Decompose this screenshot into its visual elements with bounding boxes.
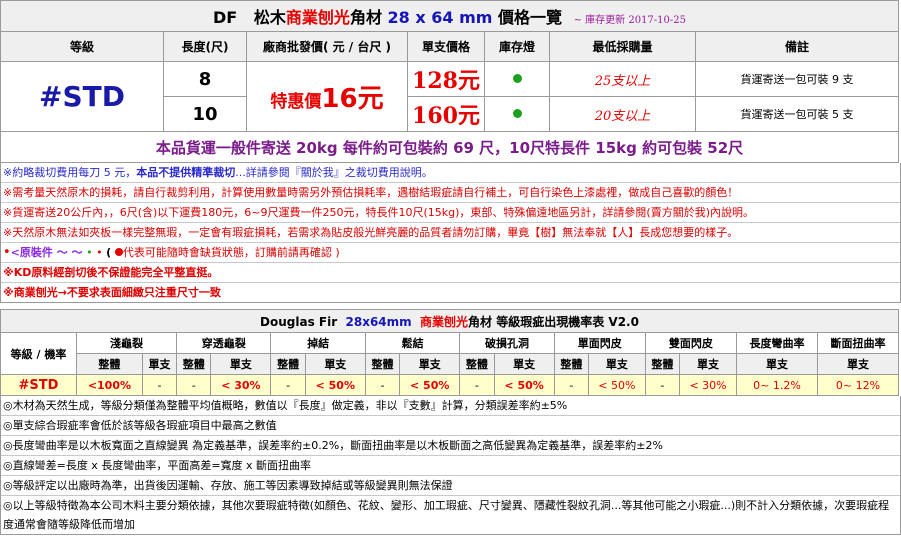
col-length: 長度(尺) — [163, 31, 247, 62]
sub-single: 單支 — [587, 353, 646, 375]
group-2: 掉結 — [270, 332, 366, 354]
special-price: 特惠價16元 — [246, 61, 408, 132]
sub-whole: 整體 — [176, 353, 212, 375]
group-8: 斷面扭曲率 — [817, 332, 899, 354]
spec-note: ◎以上等級特徵為本公司木料主要分類依據，其他次要瑕疵特徵(如顏色、花紋、變形、加… — [3, 499, 890, 531]
defect-grade: #STD — [0, 374, 77, 396]
group-3: 鬆結 — [364, 332, 461, 354]
title-size: 28 x 64 mm — [387, 8, 493, 27]
col-note: 備註 — [695, 31, 899, 62]
title-d: 價格一覽 — [498, 8, 563, 27]
shipping-info: 本品貨運一般件寄送 20kg 每件約可包裝約 69 尺，10尺特長件 15kg … — [0, 131, 899, 163]
note-original: •<原裝件 ～ ～ • • ( 代表可能隨時會缺貨狀態，訂購前請再確認 ) — [1, 243, 900, 263]
spec-note: ◎木材為天然生成，等級分類僅為整體平均值概略，數值以『長度』做定義，非以『支數』… — [1, 396, 900, 416]
defect-cell: - — [553, 374, 589, 396]
sub-single: 單支 — [679, 353, 737, 375]
spec-note: ◎等級評定以出廠時為準，出貨後因運輸、存放、施工等因素導致掉結或等級變異則無法保… — [1, 476, 900, 496]
special-prefix: 特惠價 — [270, 92, 322, 112]
defect-cell: < 50% — [399, 374, 461, 396]
col-grade: 等級 — [0, 31, 164, 62]
sub-single: 單支 — [399, 353, 461, 375]
grade-cell: #STD — [0, 61, 164, 132]
special-num: 16 — [321, 84, 358, 114]
title-a: 松木 — [253, 8, 286, 27]
stock-light-icon — [512, 109, 522, 118]
sub-single: 單支 — [817, 353, 899, 375]
group-7: 長度彎曲率 — [736, 332, 818, 354]
sub-single: 單支 — [493, 353, 555, 375]
defect-caption: Douglas Fir 28x64mm 商業刨光角材 等級瑕疵出現機率表 V2.… — [0, 309, 899, 333]
spec-note: ◎單支綜合瑕疵率會低於該等級各瑕疵項目中最高之數值 — [1, 416, 900, 436]
col-stock: 庫存燈 — [484, 31, 550, 62]
notes-list: ※約略裁切費用每刀 5 元，本品不提供精準裁切...詳請參閱『關於我』之裁切費用… — [0, 163, 901, 303]
length-10: 10 — [163, 96, 247, 132]
min-qty-10: 20支以上 — [549, 96, 696, 132]
length-8: 8 — [163, 61, 247, 97]
stock-light-icon — [512, 74, 522, 83]
note-planing: ※商業刨光→不要求表面細緻只注重尺寸一致 — [3, 286, 221, 299]
group-0: 淺龜裂 — [75, 332, 178, 354]
group-6: 雙面閃皮 — [644, 332, 738, 354]
note-natural: ※天然原木無法如夾板一樣完整無瑕，一定會有瑕疵損耗，若需求為貼皮般光鮮亮麗的品質… — [1, 223, 900, 243]
defect-cell: < 30% — [210, 374, 272, 396]
special-unit: 元 — [357, 84, 384, 114]
defect-cell: < 50% — [493, 374, 555, 396]
defect-cell: - — [644, 374, 681, 396]
brand: DF — [212, 8, 238, 27]
col-unit-price: 單支價格 — [407, 31, 485, 62]
defect-cell: < 30% — [679, 374, 737, 396]
note-shipping: ※貨運寄送20公斤內，，6尺(含)以下運費180元，6~9尺運費一件250元，特… — [1, 203, 900, 223]
sub-single: 單支 — [736, 353, 818, 375]
title-c: 角材 — [349, 8, 382, 27]
group-5: 單面閃皮 — [553, 332, 646, 354]
defect-cell: - — [141, 374, 178, 396]
rowhead: 等級 / 機率 — [0, 332, 77, 375]
note-cutting: ※約略裁切費用每刀 5 元，本品不提供精準裁切...詳請參閱『關於我』之裁切費用… — [1, 163, 900, 183]
col-min-qty: 最低採購量 — [549, 31, 696, 62]
stock-cell-10 — [484, 96, 550, 132]
sub-whole: 整體 — [553, 353, 589, 375]
stock-cell-8 — [484, 61, 550, 97]
price-8: 128元 — [407, 61, 485, 97]
defect-cell: < 50% — [304, 374, 366, 396]
price-10: 160元 — [407, 96, 485, 132]
note-8: 貨運寄送一包可裝 9 支 — [695, 61, 899, 97]
note-kd: ※KD原料經剖切後不保證能完全平整直挺。 — [1, 263, 900, 283]
sub-whole: 整體 — [270, 353, 306, 375]
spec-note: ◎直線彎差=長度 x 長度彎曲率，平面高差=寬度 x 斷面扭曲率 — [1, 456, 900, 476]
update-date: ~ 庫存更新 2017-10-25 — [573, 15, 687, 26]
defect-cell: 0~ 12% — [817, 374, 899, 396]
title-b: 商業刨光 — [285, 8, 350, 27]
group-1: 穿透龜裂 — [176, 332, 272, 354]
min-qty-8: 25支以上 — [549, 61, 696, 97]
stock-out-icon — [114, 248, 123, 256]
spec-note: ◎長度彎曲率是以木板寬面之直線變異 為定義基準，誤差率約±0.2%，斷面扭曲率是… — [1, 436, 900, 456]
defect-cell: <100% — [76, 374, 143, 396]
defect-cell: < 50% — [587, 374, 646, 396]
sub-whole: 整體 — [644, 353, 681, 375]
note-loss: ※需考量天然原木的損耗，請自行裁剪利用，計算使用數量時需另外預估損耗率，遇樹結瑕… — [1, 183, 900, 203]
col-wholesale: 廠商批發價( 元 / 台尺 ) — [246, 31, 408, 62]
defect-cell: 0~ 1.2% — [736, 374, 818, 396]
defect-cell: - — [270, 374, 306, 396]
sub-whole: 整體 — [459, 353, 495, 375]
spec-notes: ◎木材為天然生成，等級分類僅為整體平均值概略，數值以『長度』做定義，非以『支數』… — [0, 396, 901, 535]
title-cell: DF 松木商業刨光角材 28 x 64 mm 價格一覽 ~ 庫存更新 2017-… — [0, 0, 899, 32]
defect-cell: - — [459, 374, 495, 396]
sub-single: 單支 — [141, 353, 178, 375]
sub-single: 單支 — [304, 353, 366, 375]
defect-cell: - — [176, 374, 212, 396]
price-table: DF 松木商業刨光角材 28 x 64 mm 價格一覽 ~ 庫存更新 2017-… — [0, 0, 899, 163]
defect-cell: - — [364, 374, 401, 396]
sub-whole: 整體 — [76, 353, 143, 375]
note-10: 貨運寄送一包可裝 5 支 — [695, 96, 899, 132]
sub-single: 單支 — [210, 353, 272, 375]
sub-whole: 整體 — [364, 353, 401, 375]
group-4: 破損孔洞 — [459, 332, 555, 354]
defect-table: Douglas Fir 28x64mm 商業刨光角材 等級瑕疵出現機率表 V2.… — [0, 309, 899, 396]
page-title: DF 松木商業刨光角材 28 x 64 mm 價格一覽 — [213, 8, 568, 27]
